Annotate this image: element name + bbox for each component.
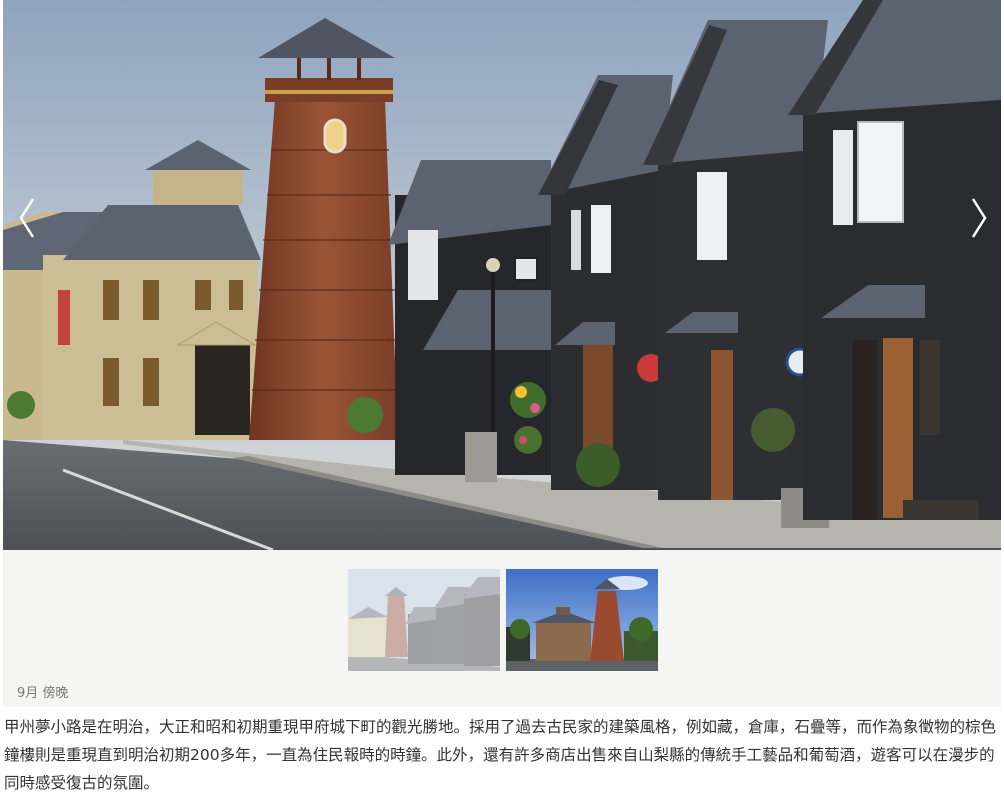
photo-caption: 9月 傍晚 [17, 686, 69, 701]
thumbnail-clock-tower[interactable] [506, 569, 658, 671]
prev-arrow-button[interactable] [7, 190, 47, 246]
chevron-right-icon [971, 198, 987, 238]
photo-gallery: 9月 傍晚 [3, 0, 1001, 707]
next-arrow-button[interactable] [959, 190, 999, 246]
thumbnail-strip [348, 569, 658, 671]
main-photo [3, 0, 1001, 550]
chevron-left-icon [19, 198, 35, 238]
thumbnail-street-view[interactable] [348, 569, 500, 671]
description-text: 甲州夢小路是在明治，大正和昭和初期重現甲府城下町的觀光勝地。採用了過去古民家的建… [4, 718, 997, 792]
